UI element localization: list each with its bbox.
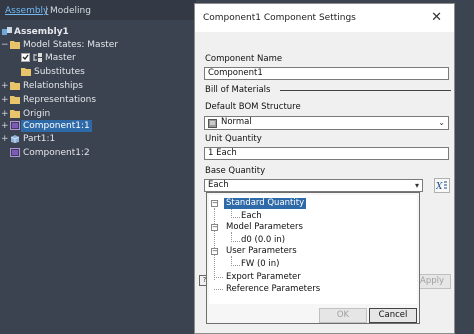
tree-item-origin[interactable]: + Origin (0, 108, 190, 120)
tree-label: Part1:1 (23, 134, 56, 144)
tree-item-representations[interactable]: + Representations (0, 94, 190, 106)
tree-item-component1-2[interactable]: Component1:2 (0, 147, 190, 159)
collapse-icon[interactable]: − (211, 224, 218, 231)
section-divider (280, 90, 451, 91)
tree-item-reference-parameters[interactable]: Reference Parameters (226, 284, 320, 295)
tree-connector (214, 208, 215, 280)
tree-item-model-parameters[interactable]: Model Parameters (226, 222, 303, 233)
component-icon (10, 121, 20, 130)
graphics-window[interactable] (455, 0, 474, 334)
base-quantity-dropdown[interactable]: Each ▾ (204, 179, 423, 192)
tab-assembly[interactable]: Assembly (5, 6, 48, 16)
tree-label: Representations (23, 95, 97, 105)
unit-quantity-label: Unit Quantity (205, 134, 262, 144)
tree-item-component1-1[interactable]: + Component1:1 (0, 120, 190, 132)
close-icon[interactable]: ✕ (431, 10, 442, 25)
expand-icon[interactable]: + (1, 120, 9, 132)
model-browser: Assembly | Modeling Assembly1 − Model St… (0, 0, 196, 334)
tree-item-master[interactable]: Master (0, 52, 190, 64)
tree-label: Relationships (23, 81, 83, 91)
tree-item-standard-quantity[interactable]: Standard Quantity (224, 198, 307, 209)
collapse-icon[interactable]: − (211, 200, 218, 207)
tree-connector (231, 217, 240, 218)
tree-label: Model States: Master (23, 40, 119, 50)
default-bom-label: Default BOM Structure (205, 102, 301, 112)
dialog-title: Component1 Component Settings (203, 13, 356, 23)
tree-label: Master (45, 53, 76, 63)
bom-structure-icon (208, 119, 217, 128)
tree-item-model-states[interactable]: − Model States: Master (0, 39, 190, 51)
tree-label: Origin (23, 109, 51, 119)
parameters-icon: X (435, 181, 447, 192)
tree-item-d0[interactable]: d0 (0.0 in) (241, 235, 285, 246)
ok-button[interactable]: OK (319, 308, 367, 323)
assembly-icon (2, 27, 12, 35)
default-bom-dropdown[interactable]: Normal ⌄ (204, 116, 449, 130)
tree-connector (214, 277, 223, 278)
base-quantity-label: Base Quantity (205, 166, 266, 176)
bom-section-label: Bill of Materials (205, 85, 271, 95)
tree-connector (231, 241, 240, 242)
default-bom-value: Normal (221, 117, 252, 127)
dialog-titlebar[interactable]: Component1 Component Settings ✕ (195, 4, 454, 32)
tab-separator: | (45, 6, 49, 16)
tree-item-substitutes[interactable]: Substitutes (0, 66, 190, 78)
tree-connector (231, 265, 240, 266)
component-icon (10, 148, 20, 157)
base-quantity-value: Each (208, 180, 229, 190)
parameter-picker-button[interactable]: X (434, 178, 450, 193)
tab-modeling[interactable]: Modeling (50, 6, 91, 16)
folder-icon (10, 96, 20, 104)
collapse-icon[interactable]: − (211, 248, 218, 255)
unit-quantity-field[interactable]: 1 Each (204, 147, 449, 160)
tree-label: Assembly1 (14, 27, 69, 37)
expand-icon[interactable]: + (1, 108, 9, 120)
tree-item-part1-1[interactable]: + Part1:1 (0, 133, 190, 145)
checkbox-checked-icon[interactable] (21, 53, 31, 62)
cancel-button[interactable]: Cancel (369, 308, 417, 323)
chevron-down-icon[interactable]: ▾ (415, 180, 419, 191)
folder-icon (10, 82, 20, 90)
expand-icon[interactable]: + (1, 80, 9, 92)
part-icon (10, 135, 20, 143)
tree-label: Component1:2 (23, 148, 90, 158)
chevron-down-icon[interactable]: ⌄ (438, 117, 445, 128)
tree-connector (214, 289, 223, 290)
folder-icon (21, 68, 31, 76)
tree-item-relationships[interactable]: + Relationships (0, 80, 190, 92)
tree-item-fw[interactable]: FW (0 in) (241, 259, 280, 270)
tree-label: Substitutes (34, 67, 85, 77)
component-name-label: Component Name (205, 54, 283, 64)
expand-icon[interactable]: + (1, 133, 9, 145)
tree-item-export-parameter[interactable]: Export Parameter (226, 272, 301, 283)
svg-text:X: X (436, 182, 443, 191)
model-state-icon (33, 53, 42, 62)
tree-label: Component1:1 (21, 120, 92, 132)
collapse-icon[interactable]: − (1, 39, 9, 51)
folder-icon (10, 110, 20, 118)
parameter-tree: − Standard Quantity Each − Model Paramet… (209, 195, 417, 304)
folder-open-icon (10, 41, 20, 49)
browser-tabs: Assembly | Modeling (0, 0, 196, 20)
tree-item-each[interactable]: Each (241, 211, 262, 222)
tree-item-assembly1[interactable]: Assembly1 (0, 26, 190, 38)
base-quantity-parameter-popup: − Standard Quantity Each − Model Paramet… (206, 192, 420, 324)
expand-icon[interactable]: + (1, 94, 9, 106)
component-name-field[interactable]: Component1 (204, 67, 449, 80)
tree-item-user-parameters[interactable]: User Parameters (226, 246, 297, 257)
